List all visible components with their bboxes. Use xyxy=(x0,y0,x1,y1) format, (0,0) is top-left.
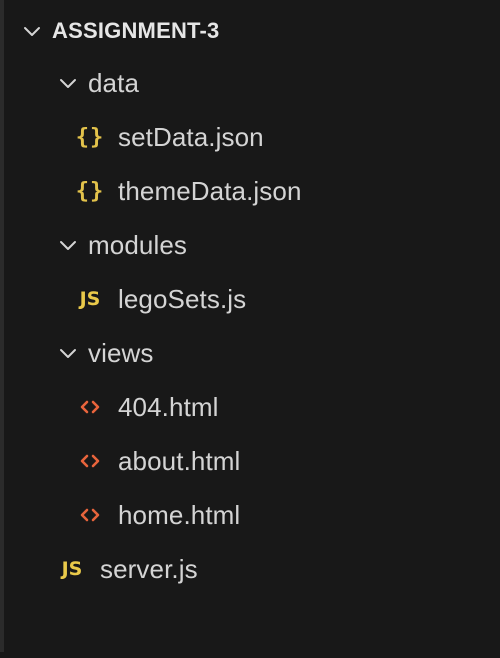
json-icon: {} xyxy=(75,124,105,150)
html-icon xyxy=(76,453,104,469)
folder-data[interactable]: data xyxy=(0,56,500,110)
folder-label: data xyxy=(88,67,140,98)
file-item-home-html[interactable]: home.html xyxy=(0,488,500,542)
chevron-down-icon[interactable] xyxy=(58,343,78,363)
file-label: home.html xyxy=(118,499,241,530)
folder-label: modules xyxy=(88,229,187,260)
chevron-down-icon[interactable] xyxy=(22,21,42,41)
workspace-root-label: ASSIGNMENT-3 xyxy=(52,18,220,43)
file-label: 404.html xyxy=(118,391,219,422)
chevron-down-icon[interactable] xyxy=(58,73,78,93)
chevron-down-icon[interactable] xyxy=(58,235,78,255)
file-label: legoSets.js xyxy=(118,283,247,314)
file-label: server.js xyxy=(100,553,198,584)
file-label: about.html xyxy=(118,445,241,476)
file-label: setData.json xyxy=(118,121,264,152)
file-item-404-html[interactable]: 404.html xyxy=(0,380,500,434)
file-item-server-js[interactable]: JS server.js xyxy=(0,542,500,596)
file-item-setdata-json[interactable]: {} setData.json xyxy=(0,110,500,164)
js-icon: JS xyxy=(79,288,101,310)
html-icon xyxy=(76,507,104,523)
file-item-themedata-json[interactable]: {} themeData.json xyxy=(0,164,500,218)
folder-modules[interactable]: modules xyxy=(0,218,500,272)
file-item-about-html[interactable]: about.html xyxy=(0,434,500,488)
html-icon xyxy=(76,399,104,415)
json-icon: {} xyxy=(75,178,105,204)
file-label: themeData.json xyxy=(118,175,302,206)
folder-label: views xyxy=(88,337,154,368)
file-explorer: ASSIGNMENT-3 data {} setData.json {} the… xyxy=(0,0,500,658)
folder-views[interactable]: views xyxy=(0,326,500,380)
file-item-legosets-js[interactable]: JS legoSets.js xyxy=(0,272,500,326)
workspace-root-folder[interactable]: ASSIGNMENT-3 xyxy=(0,6,500,56)
js-icon: JS xyxy=(61,558,83,580)
